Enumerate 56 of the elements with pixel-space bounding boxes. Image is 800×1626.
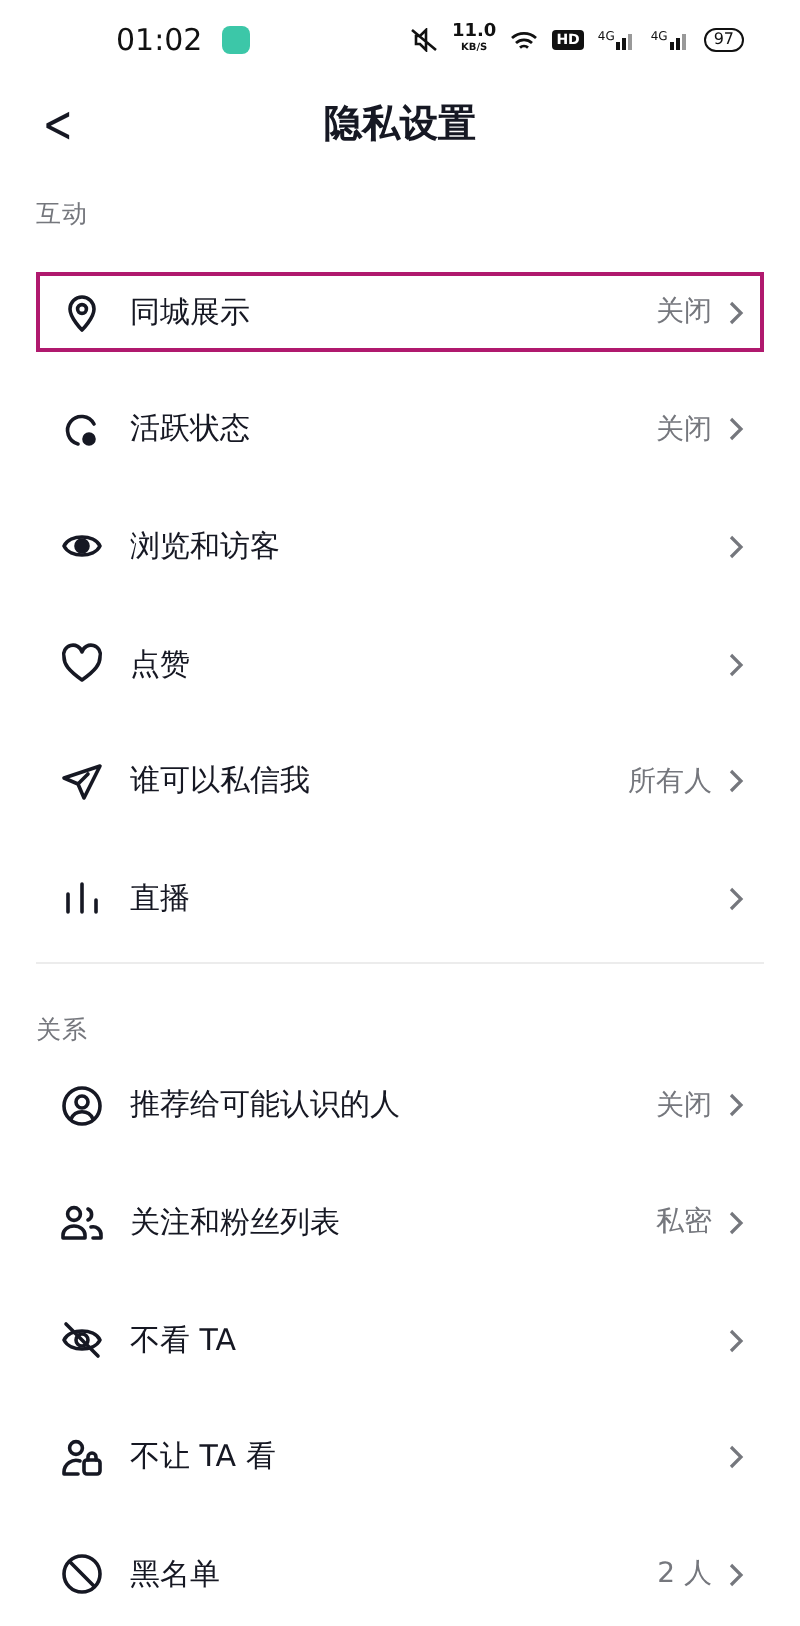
setting-label: 关注和粉丝列表 — [130, 1203, 340, 1242]
settings-row[interactable]: 推荐给可能认识的人 关闭 — [36, 1065, 764, 1146]
setting-label: 浏览和访客 — [130, 527, 280, 566]
battery-level: 97 — [703, 28, 744, 52]
chevron-right-icon — [728, 416, 744, 443]
settings-row[interactable]: 直播 — [36, 858, 764, 939]
setting-value: 2 人 — [657, 1556, 712, 1593]
setting-label: 谁可以私信我 — [130, 762, 310, 801]
paper-plane-icon — [60, 759, 104, 804]
chevron-right-icon — [728, 651, 744, 678]
person-icon — [60, 1083, 104, 1128]
setting-label: 点赞 — [130, 645, 190, 684]
chevron-right-icon — [728, 299, 744, 326]
settings-row[interactable]: 不让 TA 看 — [36, 1417, 764, 1498]
network-speed: 11.0 — [451, 24, 497, 40]
settings-row[interactable]: 点赞 — [36, 624, 764, 705]
clock-time: 01:02 — [116, 22, 203, 58]
setting-label: 直播 — [130, 879, 190, 918]
setting-value: 私密 — [656, 1204, 712, 1241]
setting-value: 所有人 — [628, 763, 712, 800]
setting-label: 同城展示 — [130, 293, 250, 332]
page-title: 隐私设置 — [324, 100, 476, 150]
chevron-right-icon — [728, 1561, 744, 1588]
settings-row[interactable]: 同城展示 关闭 — [36, 272, 764, 353]
setting-label: 黑名单 — [130, 1555, 220, 1594]
chevron-right-icon — [728, 1092, 744, 1119]
settings-row[interactable]: 谁可以私信我 所有人 — [36, 741, 764, 822]
heart-icon — [60, 642, 104, 687]
person-lock-icon — [60, 1435, 104, 1480]
settings-row[interactable]: 关注和粉丝列表 私密 — [36, 1182, 764, 1263]
section-header: 互动 — [36, 196, 88, 232]
section-header: 关系 — [36, 1011, 88, 1048]
setting-label: 不让 TA 看 — [130, 1438, 276, 1477]
chevron-right-icon — [728, 1209, 744, 1236]
setting-value: 关闭 — [656, 294, 712, 331]
block-icon — [60, 1552, 104, 1597]
eye-slash-icon — [60, 1318, 104, 1363]
chevron-right-icon — [728, 1327, 744, 1354]
mute-icon — [409, 28, 438, 52]
chevron-right-icon — [728, 1444, 744, 1471]
setting-label: 推荐给可能认识的人 — [130, 1086, 400, 1125]
setting-label: 活跃状态 — [130, 410, 250, 449]
settings-row[interactable]: 活跃状态 关闭 — [36, 389, 764, 470]
settings-row[interactable]: 浏览和访客 — [36, 506, 764, 587]
app-notification-icon — [222, 26, 251, 54]
back-button[interactable]: < — [36, 96, 79, 156]
chevron-right-icon — [728, 768, 744, 795]
setting-label: 不看 TA — [130, 1321, 237, 1360]
settings-row[interactable]: 不看 TA — [36, 1300, 764, 1381]
chevron-right-icon — [728, 885, 744, 912]
setting-value: 关闭 — [656, 411, 712, 448]
people-icon — [60, 1200, 104, 1245]
setting-value: 关闭 — [656, 1087, 712, 1124]
wifi-icon — [510, 29, 539, 51]
chevron-right-icon — [728, 533, 744, 560]
settings-row[interactable]: 黑名单 2 人 — [36, 1534, 764, 1615]
